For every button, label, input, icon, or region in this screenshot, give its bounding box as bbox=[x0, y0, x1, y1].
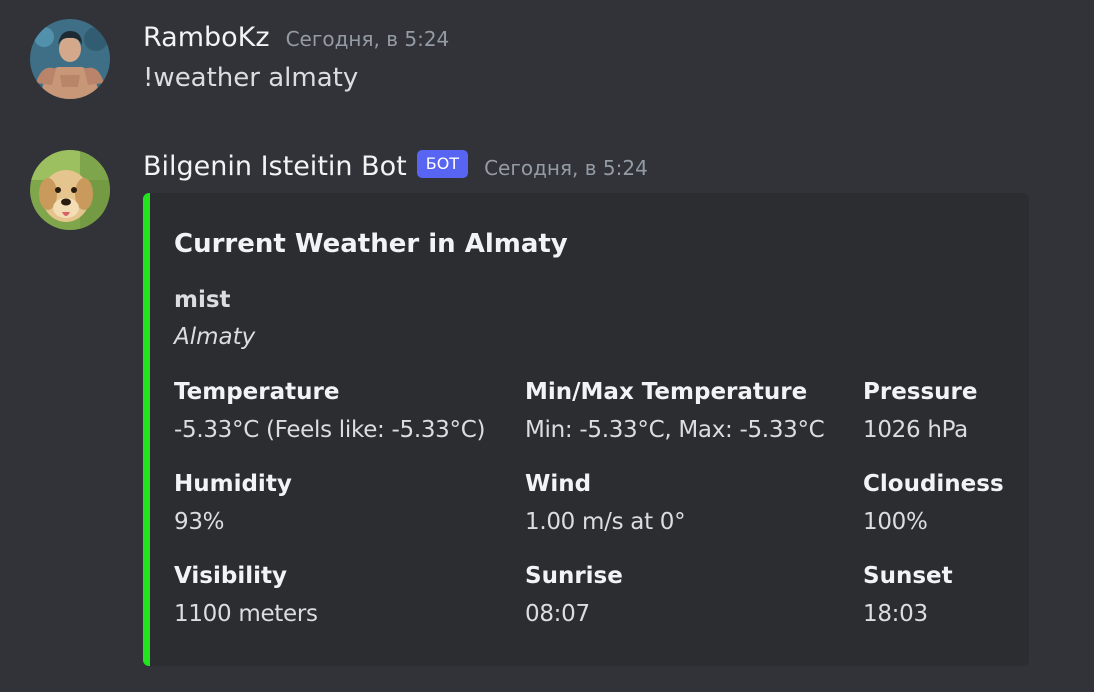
avatar-image bbox=[30, 19, 110, 99]
field-name: Wind bbox=[525, 471, 592, 497]
bot-tag: БОТ bbox=[416, 150, 469, 178]
field-value: 1026 hPa bbox=[863, 417, 968, 443]
field-value: 100% bbox=[863, 509, 928, 535]
embed-accent-bar bbox=[143, 193, 150, 666]
field-visibility: Visibility 1100 meters bbox=[174, 560, 318, 630]
field-name: Humidity bbox=[174, 471, 292, 497]
field-min-max-temperature: Min/Max Temperature Min: -5.33°C, Max: -… bbox=[525, 376, 825, 446]
field-cloudiness: Cloudiness 100% bbox=[863, 468, 1004, 538]
field-value: 18:03 bbox=[863, 601, 928, 627]
embed-title: Current Weather in Almaty bbox=[174, 229, 568, 259]
field-value: 93% bbox=[174, 509, 225, 535]
field-wind: Wind 1.00 m/s at 0° bbox=[525, 468, 686, 538]
username[interactable]: RamboKz bbox=[143, 22, 270, 53]
field-name: Sunrise bbox=[525, 563, 623, 589]
bot-avatar[interactable] bbox=[30, 150, 110, 230]
user-avatar[interactable] bbox=[30, 19, 110, 99]
field-temperature: Temperature -5.33°C (Feels like: -5.33°C… bbox=[174, 376, 485, 446]
field-name: Visibility bbox=[174, 563, 287, 589]
field-value: -5.33°C (Feels like: -5.33°C) bbox=[174, 417, 486, 443]
field-name: Sunset bbox=[863, 563, 953, 589]
field-sunrise: Sunrise 08:07 bbox=[525, 560, 623, 630]
timestamp: Сегодня, в 5:24 bbox=[484, 156, 648, 180]
field-sunset: Sunset 18:03 bbox=[863, 560, 953, 630]
field-value: Min: -5.33°C, Max: -5.33°C bbox=[525, 417, 825, 443]
avatar-image bbox=[30, 150, 110, 230]
embed-description-condition: mist bbox=[174, 287, 231, 313]
field-pressure: Pressure 1026 hPa bbox=[863, 376, 978, 446]
field-name: Cloudiness bbox=[863, 471, 1004, 497]
field-value: 08:07 bbox=[525, 601, 590, 627]
field-name: Min/Max Temperature bbox=[525, 379, 808, 405]
username[interactable]: Bilgenin Isteitin Bot bbox=[143, 151, 407, 182]
field-value: 1100 meters bbox=[174, 601, 318, 627]
message-content: !weather almaty bbox=[143, 63, 359, 93]
timestamp: Сегодня, в 5:24 bbox=[285, 27, 450, 51]
field-value: 1.00 m/s at 0° bbox=[525, 509, 686, 535]
field-name: Temperature bbox=[174, 379, 340, 405]
field-name: Pressure bbox=[863, 379, 978, 405]
embed-description-city: Almaty bbox=[174, 324, 256, 350]
field-humidity: Humidity 93% bbox=[174, 468, 292, 538]
weather-embed: Current Weather in Almaty mist Almaty Te… bbox=[143, 193, 1029, 666]
